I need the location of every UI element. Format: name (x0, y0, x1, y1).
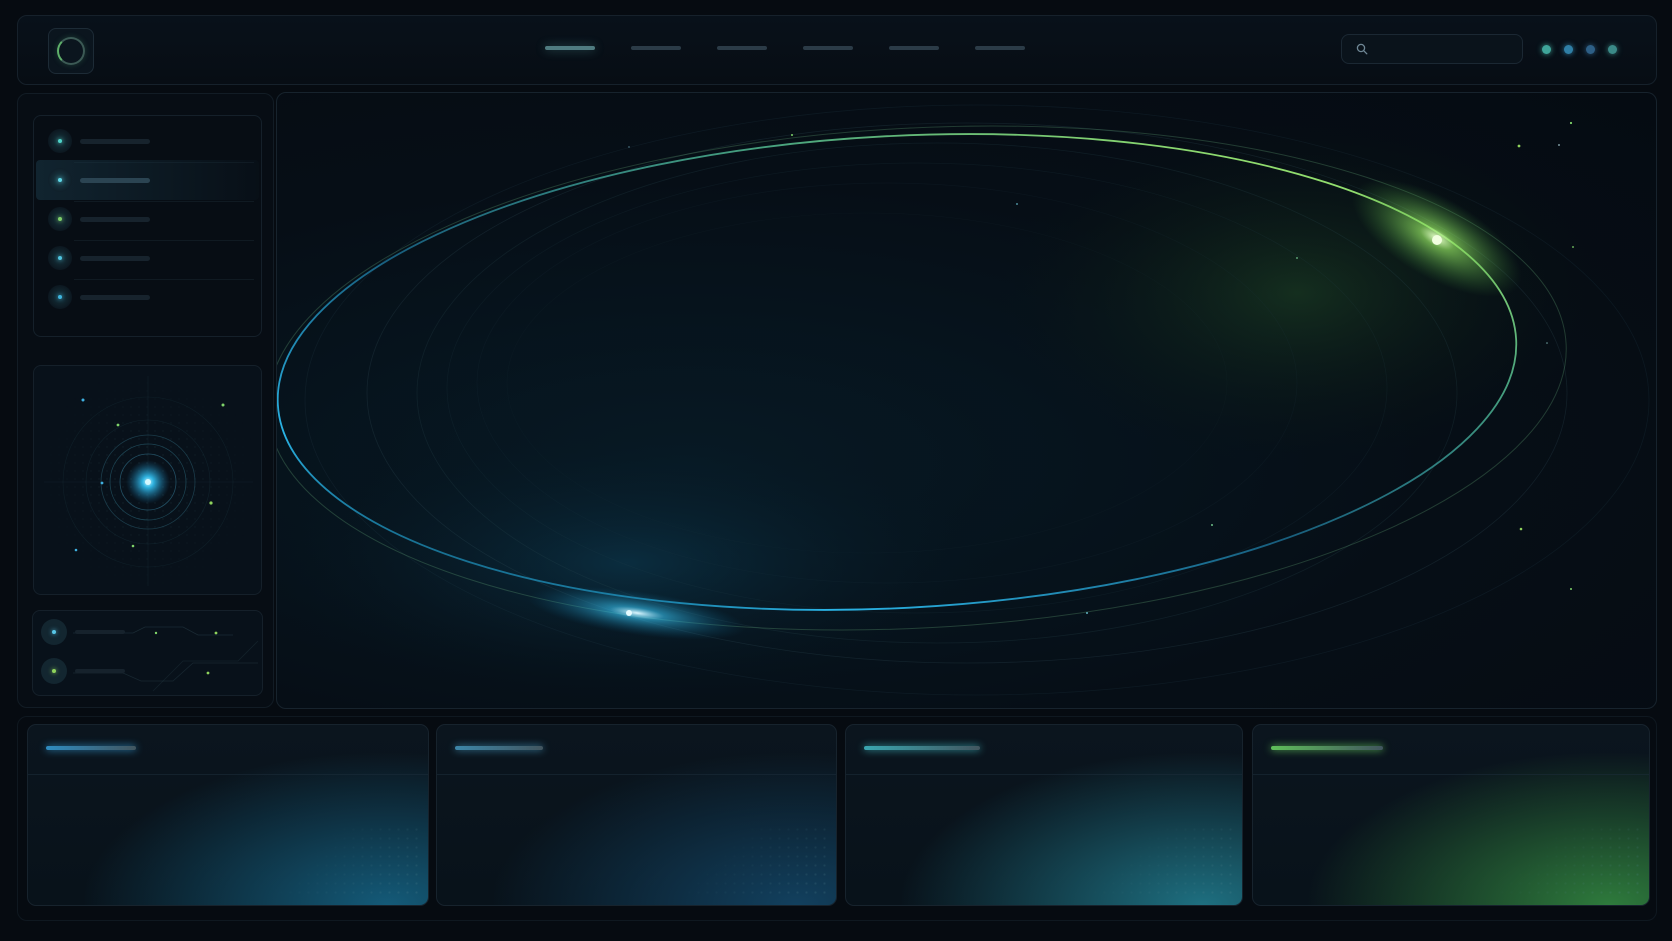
status-dot-icon (41, 658, 67, 684)
sidebar-item-1[interactable] (36, 121, 259, 161)
sidebar-dot-icon (48, 129, 72, 153)
sidebar-item-label (80, 255, 150, 261)
dot-texture (1082, 825, 1232, 895)
divider (28, 774, 428, 775)
nav-tab-6[interactable] (975, 46, 1025, 50)
search-input[interactable] (1376, 39, 1516, 61)
nav-tabs (545, 46, 1025, 50)
orbit-visual (277, 104, 1650, 703)
card-title (455, 746, 543, 750)
mini-status-card (32, 610, 263, 696)
top-bar (17, 15, 1657, 85)
status-dot-1[interactable] (1542, 45, 1551, 54)
card-title (864, 746, 980, 750)
sidebar-item-label (80, 216, 150, 222)
nav-tab-3[interactable] (717, 46, 767, 50)
sidebar-item-label (80, 138, 150, 144)
nav-tab-1[interactable] (545, 46, 595, 50)
dot-texture (268, 825, 418, 895)
radar-widget[interactable] (33, 365, 262, 595)
metric-card-1[interactable] (27, 724, 429, 906)
divider (437, 774, 836, 775)
sidebar-dot-icon (48, 246, 72, 270)
mini-row-label (75, 630, 125, 634)
nav-tab-5[interactable] (889, 46, 939, 50)
sidebar-item-5[interactable] (36, 277, 259, 317)
search-icon (1356, 43, 1368, 55)
dot-texture (1489, 825, 1639, 895)
status-dot-3[interactable] (1586, 45, 1595, 54)
metric-card-4[interactable] (1252, 724, 1650, 906)
divider (1253, 774, 1649, 775)
card-title (46, 746, 136, 750)
dot-texture (676, 825, 826, 895)
metric-card-2[interactable] (436, 724, 837, 906)
sidebar-item-4[interactable] (36, 238, 259, 278)
mini-row-label (75, 669, 125, 673)
main-viewport[interactable] (276, 92, 1657, 709)
sidebar-item-3[interactable] (36, 199, 259, 239)
status-dot-icon (41, 619, 67, 645)
sidebar-item-2[interactable] (36, 160, 259, 200)
radar-icon (44, 376, 253, 586)
nav-tab-4[interactable] (803, 46, 853, 50)
mini-row-1[interactable] (41, 617, 251, 647)
sidebar-item-label (80, 294, 150, 300)
sidebar (17, 93, 274, 708)
ring-logo-icon (57, 37, 85, 65)
sidebar-dot-icon (48, 207, 72, 231)
mini-row-2[interactable] (41, 656, 251, 686)
sidebar-dot-icon (48, 285, 72, 309)
sidebar-menu (33, 115, 262, 337)
logo[interactable] (48, 28, 94, 74)
divider (846, 774, 1242, 775)
sidebar-dot-icon (48, 168, 72, 192)
sidebar-item-label (80, 177, 150, 183)
search-box[interactable] (1341, 34, 1523, 64)
nav-tab-2[interactable] (631, 46, 681, 50)
status-dot-2[interactable] (1564, 45, 1573, 54)
status-dot-4[interactable] (1608, 45, 1617, 54)
metric-card-3[interactable] (845, 724, 1243, 906)
status-indicators (1542, 45, 1617, 54)
card-title (1271, 746, 1383, 750)
